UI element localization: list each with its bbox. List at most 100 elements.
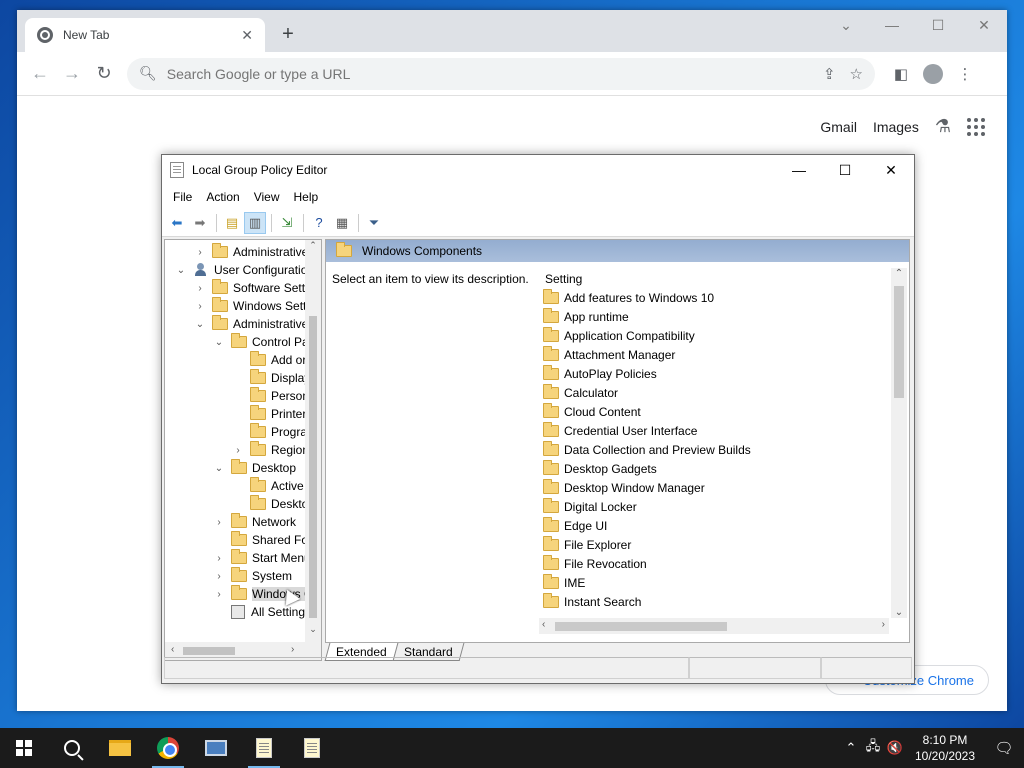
list-item[interactable]: Application Compatibility — [539, 326, 895, 345]
chevron-down-icon[interactable]: ⌄ — [194, 319, 206, 330]
scroll-thumb[interactable] — [183, 647, 235, 655]
tree-node[interactable]: Printers — [232, 405, 312, 423]
list-item[interactable]: Cloud Content — [539, 402, 895, 421]
tree-node[interactable]: › Network — [213, 513, 296, 531]
tree-node[interactable]: Desktop — [232, 495, 315, 513]
chevron-right-icon[interactable]: › — [213, 553, 225, 564]
show-hide-tree-icon[interactable]: ▥ — [244, 211, 266, 234]
images-link[interactable]: Images — [873, 119, 919, 135]
chevron-down-icon[interactable]: ⌄ — [175, 265, 187, 276]
tree-node[interactable]: All Settings — [213, 603, 311, 621]
chevron-right-icon[interactable]: › — [194, 247, 206, 258]
share-icon[interactable]: ⇪ — [823, 65, 836, 83]
chrome-taskbar-button[interactable] — [144, 728, 192, 768]
chevron-down-icon[interactable]: ⌄ — [213, 463, 225, 474]
list-item[interactable]: File Explorer — [539, 535, 895, 554]
scroll-down-icon[interactable]: ⌄ — [305, 624, 321, 635]
omnibox[interactable]: 🔍︎ ⇪ ☆ — [127, 57, 875, 90]
back-icon[interactable]: ← — [25, 59, 55, 89]
maximize-icon[interactable]: ☐ — [915, 10, 961, 40]
menu-view[interactable]: View — [247, 190, 287, 204]
search-button[interactable] — [48, 728, 96, 768]
close-tab-icon[interactable]: ✕ — [241, 27, 253, 44]
new-tab-button[interactable]: + — [275, 22, 301, 46]
list-item[interactable]: Data Collection and Preview Builds — [539, 440, 895, 459]
gpedit-taskbar-button[interactable] — [240, 728, 288, 768]
tree-node[interactable]: › System — [213, 567, 292, 585]
scroll-down-icon[interactable]: ⌄ — [891, 607, 907, 618]
network-icon[interactable]: 🖧 — [862, 737, 884, 759]
back-arrow-icon[interactable]: ⬅ — [166, 212, 188, 234]
list-item[interactable]: Add features to Windows 10 — [539, 288, 895, 307]
menu-kebab-icon[interactable]: ⋮ — [949, 58, 981, 90]
show-hidden-icons-chevron-icon[interactable]: ⌃ — [840, 740, 862, 756]
tree-node[interactable]: › Software Settings — [194, 279, 321, 297]
filter-icon[interactable]: ⏷ — [363, 212, 385, 234]
volume-muted-icon[interactable]: 🔇 — [884, 740, 906, 756]
list-item[interactable]: Desktop Window Manager — [539, 478, 895, 497]
list-item[interactable]: Calculator — [539, 383, 895, 402]
list-item[interactable]: File Revocation — [539, 554, 895, 573]
forward-arrow-icon[interactable]: ➡ — [189, 212, 211, 234]
reload-icon[interactable]: ↻ — [89, 59, 119, 89]
properties-view-icon[interactable]: ▦ — [331, 212, 353, 234]
chevron-right-icon[interactable]: › — [194, 283, 206, 294]
close-icon[interactable]: ✕ — [868, 155, 914, 185]
tree-node[interactable]: › Windows Settings — [194, 297, 321, 315]
list-item[interactable]: Instant Search — [539, 592, 895, 611]
list-horizontal-scrollbar[interactable]: ‹ › — [539, 618, 889, 634]
chevron-right-icon[interactable]: › — [213, 589, 225, 600]
list-item[interactable]: Digital Locker — [539, 497, 895, 516]
tree-node[interactable]: ⌄ User Configuration — [175, 261, 314, 279]
bookmark-star-icon[interactable]: ☆ — [850, 65, 863, 83]
profile-avatar-icon[interactable] — [917, 58, 949, 90]
scroll-right-icon[interactable]: › — [882, 619, 885, 630]
up-folder-icon[interactable]: ▤ — [221, 212, 243, 234]
tab-new-tab[interactable]: New Tab ✕ — [25, 18, 265, 52]
gmail-link[interactable]: Gmail — [820, 119, 857, 135]
list-item[interactable]: Credential User Interface — [539, 421, 895, 440]
scroll-thumb[interactable] — [309, 316, 317, 618]
scroll-left-icon[interactable]: ‹ — [542, 619, 545, 630]
tab-search-icon[interactable]: ⌄ — [823, 10, 869, 40]
menu-file[interactable]: File — [166, 190, 199, 204]
tree-node[interactable]: Display — [232, 369, 310, 387]
menu-action[interactable]: Action — [199, 190, 246, 204]
tree-node[interactable]: ⌄ Desktop — [213, 459, 296, 477]
minimize-icon[interactable]: — — [776, 155, 822, 185]
start-button[interactable] — [0, 728, 48, 768]
side-panel-icon[interactable]: ◧ — [885, 58, 917, 90]
chevron-right-icon[interactable]: › — [213, 517, 225, 528]
chevron-right-icon[interactable]: › — [194, 301, 206, 312]
list-item[interactable]: AutoPlay Policies — [539, 364, 895, 383]
list-vertical-scrollbar[interactable]: ⌃ ⌄ — [891, 268, 907, 618]
scroll-left-icon[interactable]: ‹ — [171, 644, 174, 655]
export-list-icon[interactable]: ⇲ — [276, 212, 298, 234]
list-item[interactable]: App runtime — [539, 307, 895, 326]
address-input[interactable] — [166, 65, 809, 82]
list-item[interactable]: Attachment Manager — [539, 345, 895, 364]
notepad-taskbar-button[interactable] — [288, 728, 336, 768]
google-apps-icon[interactable] — [967, 117, 985, 136]
remote-desktop-button[interactable] — [192, 728, 240, 768]
list-item[interactable]: IME — [539, 573, 895, 592]
minimize-icon[interactable]: — — [869, 10, 915, 40]
labs-flask-icon[interactable]: ⚗ — [935, 116, 951, 137]
chevron-right-icon[interactable]: › — [232, 445, 244, 456]
list-item[interactable]: Edge UI — [539, 516, 895, 535]
scroll-thumb[interactable] — [555, 622, 727, 631]
chevron-down-icon[interactable]: ⌄ — [213, 337, 225, 348]
forward-icon[interactable]: → — [57, 59, 87, 89]
scroll-thumb[interactable] — [894, 286, 904, 398]
column-header-setting[interactable]: Setting — [539, 262, 895, 288]
scroll-up-icon[interactable]: ⌃ — [305, 240, 321, 251]
maximize-icon[interactable]: ☐ — [822, 155, 868, 185]
scroll-up-icon[interactable]: ⌃ — [891, 268, 907, 279]
tree-node[interactable]: ⌄Administrative Templates — [194, 315, 321, 333]
chevron-right-icon[interactable]: › — [213, 571, 225, 582]
tree-vertical-scrollbar[interactable]: ⌃ ⌄ — [305, 240, 321, 644]
scroll-right-icon[interactable]: › — [291, 644, 294, 655]
tree-node[interactable]: ›Administrative Templates — [194, 243, 321, 261]
notification-icon[interactable]: 🗨 — [984, 739, 1024, 757]
clock[interactable]: 8:10 PM 10/20/2023 — [906, 732, 984, 764]
